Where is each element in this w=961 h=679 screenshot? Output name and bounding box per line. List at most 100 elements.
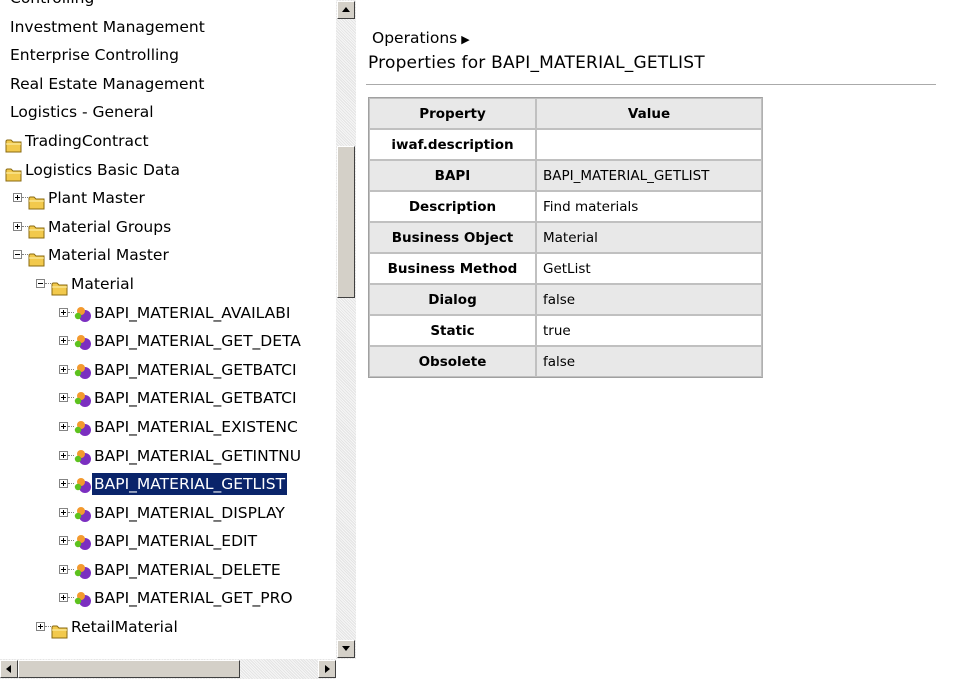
tree-item-label[interactable]: BAPI_MATERIAL_GETINTNU <box>94 442 301 471</box>
tree-item-label[interactable]: Real Estate Management <box>10 70 204 99</box>
tree-item-bapi[interactable]: BAPI_MATERIAL_EXISTENC <box>0 413 336 442</box>
tree-item[interactable]: TradingContract <box>0 127 336 156</box>
tree-item[interactable]: RetailMaterial <box>0 613 336 642</box>
properties-table: Property Value iwaf.description BAPI BAPI_… <box>368 97 763 378</box>
property-name-cell: Business Method <box>369 253 536 284</box>
table-row: Obsolete false <box>369 346 762 377</box>
tree-item-label[interactable]: Material Groups <box>48 213 171 242</box>
expand-plus-icon[interactable] <box>59 564 68 574</box>
tree-item-label-selected[interactable]: BAPI_MATERIAL_GETLIST <box>92 473 288 496</box>
property-value-cell: true <box>536 315 762 346</box>
breadcrumb: Operations ▶ <box>372 28 470 50</box>
collapse-minus-icon[interactable] <box>36 278 45 288</box>
expand-plus-icon[interactable] <box>59 421 68 431</box>
column-header-property: Property <box>369 98 536 129</box>
expand-plus-icon[interactable] <box>59 593 68 603</box>
expand-plus-icon[interactable] <box>36 622 45 632</box>
folder-icon <box>51 620 69 649</box>
expand-plus-icon[interactable] <box>59 336 68 346</box>
property-value-cell: Find materials <box>536 191 762 222</box>
tree-item[interactable]: Real Estate Management <box>0 70 336 99</box>
property-name-cell: Dialog <box>369 284 536 315</box>
table-header-row: Property Value <box>369 98 762 129</box>
breadcrumb-link-operations[interactable]: Operations <box>372 29 457 47</box>
tree-item-label[interactable]: RetailMaterial <box>71 613 178 642</box>
tree-item-bapi[interactable]: BAPI_MATERIAL_AVAILABI <box>0 299 336 328</box>
tree-item-bapi[interactable]: BAPI_MATERIAL_EDIT <box>0 527 336 556</box>
table-row: Static true <box>369 315 762 346</box>
tree-item-bapi[interactable]: BAPI_MATERIAL_GETBATCI <box>0 384 336 413</box>
tree-item[interactable]: Material <box>0 270 336 299</box>
collapse-minus-icon[interactable] <box>13 250 22 260</box>
expand-plus-icon[interactable] <box>59 536 68 546</box>
property-name-cell: Obsolete <box>369 346 536 377</box>
page-title: Properties for BAPI_MATERIAL_GETLIST <box>368 53 705 73</box>
tree-item-bapi[interactable]: BAPI_MATERIAL_GETINTNU <box>0 442 336 471</box>
expand-plus-icon[interactable] <box>59 364 68 374</box>
table-row: iwaf.description <box>369 129 762 160</box>
tree-item-bapi[interactable]: BAPI_MATERIAL_GET_PRO <box>0 584 336 613</box>
tree-item[interactable]: Plant Master <box>0 184 336 213</box>
tree-item-label[interactable]: BAPI_MATERIAL_EDIT <box>94 527 257 556</box>
tree-item[interactable]: Material Master <box>0 241 336 270</box>
expand-plus-icon[interactable] <box>59 479 68 489</box>
tree-item[interactable]: Controlling <box>0 0 336 13</box>
table-row: Business Method GetList <box>369 253 762 284</box>
tree-item-label[interactable]: Logistics - General <box>10 98 154 127</box>
scroll-right-button[interactable] <box>318 660 336 678</box>
property-value-cell: GetList <box>536 253 762 284</box>
table-row: Description Find materials <box>369 191 762 222</box>
tree-item-label[interactable]: Enterprise Controlling <box>10 41 179 70</box>
tree-horizontal-scrollbar[interactable] <box>0 659 336 679</box>
property-name-cell: iwaf.description <box>369 129 536 160</box>
horizontal-scroll-thumb[interactable] <box>18 660 240 678</box>
scroll-up-button[interactable] <box>337 1 355 19</box>
table-row: Business Object Material <box>369 222 762 253</box>
tree-item-label[interactable]: Logistics Basic Data <box>25 156 180 185</box>
tree-item-label[interactable]: BAPI_MATERIAL_GET_PRO <box>94 584 293 613</box>
tree-item-label[interactable]: Controlling <box>10 0 94 13</box>
tree-item-label[interactable]: Material Master <box>48 241 169 270</box>
tree-vertical-scrollbar[interactable] <box>336 0 356 659</box>
tree-item-label[interactable]: BAPI_MATERIAL_GETBATCI <box>94 356 297 385</box>
property-name-cell: Description <box>369 191 536 222</box>
tree-item-label[interactable]: BAPI_MATERIAL_EXISTENC <box>94 413 298 442</box>
expand-plus-icon[interactable] <box>59 450 68 460</box>
tree-viewport: ControllingInvestment ManagementEnterpri… <box>0 0 336 659</box>
expand-plus-icon[interactable] <box>13 193 22 203</box>
property-value-cell: Material <box>536 222 762 253</box>
scroll-left-button[interactable] <box>0 660 18 678</box>
scrollbar-corner <box>336 659 356 679</box>
tree-item-label[interactable]: BAPI_MATERIAL_AVAILABI <box>94 299 290 328</box>
property-value-cell: BAPI_MATERIAL_GETLIST <box>536 160 762 191</box>
tree-item-label[interactable]: BAPI_MATERIAL_DISPLAY <box>94 499 285 528</box>
arrow-down-icon <box>342 646 350 651</box>
tree-item-bapi[interactable]: BAPI_MATERIAL_GETBATCI <box>0 356 336 385</box>
tree-item-label[interactable]: Material <box>71 270 134 299</box>
tree-item-label[interactable]: BAPI_MATERIAL_GETBATCI <box>94 384 297 413</box>
tree-item[interactable]: Logistics Basic Data <box>0 156 336 185</box>
tree-item-label[interactable]: Plant Master <box>48 184 145 213</box>
expand-plus-icon[interactable] <box>13 221 22 231</box>
tree-item-bapi[interactable]: BAPI_MATERIAL_DISPLAY <box>0 499 336 528</box>
expand-plus-icon[interactable] <box>59 507 68 517</box>
tree-item[interactable]: Enterprise Controlling <box>0 41 336 70</box>
scroll-down-button[interactable] <box>337 640 355 658</box>
expand-plus-icon[interactable] <box>59 307 68 317</box>
tree-item-label[interactable]: BAPI_MATERIAL_DELETE <box>94 556 281 585</box>
expand-plus-icon[interactable] <box>59 393 68 403</box>
tree-item[interactable]: Material Groups <box>0 213 336 242</box>
tree-item-bapi[interactable]: BAPI_MATERIAL_DELETE <box>0 556 336 585</box>
tree-item[interactable]: Logistics - General <box>0 98 336 127</box>
column-header-value: Value <box>536 98 762 129</box>
property-name-cell: Static <box>369 315 536 346</box>
tree-item[interactable]: Investment Management <box>0 13 336 42</box>
tree-list: ControllingInvestment ManagementEnterpri… <box>0 0 336 642</box>
tree-item-bapi[interactable]: BAPI_MATERIAL_GETLIST <box>0 470 336 499</box>
tree-item-label[interactable]: TradingContract <box>25 127 149 156</box>
tree-item-label[interactable]: BAPI_MATERIAL_GET_DETA <box>94 327 301 356</box>
property-name-cell: Business Object <box>369 222 536 253</box>
tree-item-label[interactable]: Investment Management <box>10 13 205 42</box>
tree-item-bapi[interactable]: BAPI_MATERIAL_GET_DETA <box>0 327 336 356</box>
vertical-scroll-thumb[interactable] <box>337 146 355 298</box>
